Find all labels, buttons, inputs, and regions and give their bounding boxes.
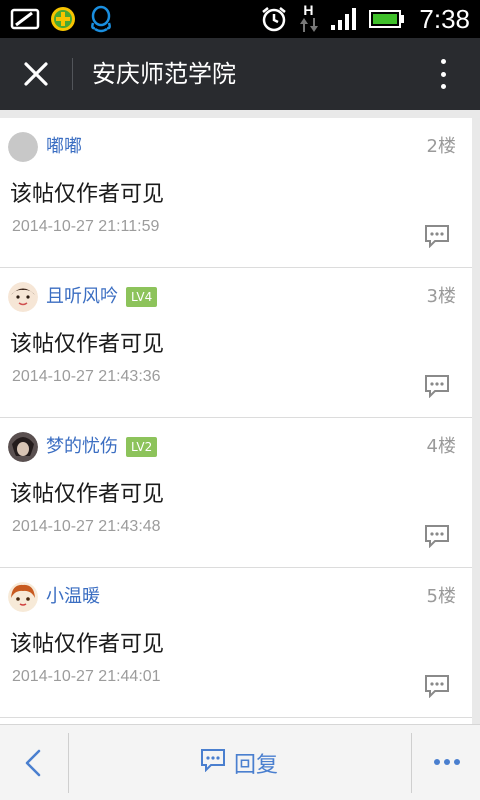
app-header: 安庆师范学院 — [0, 38, 480, 110]
post-text: 该帖仅作者可见 — [10, 482, 165, 507]
toolbar-divider — [68, 733, 69, 793]
reply-button[interactable]: 回复 — [200, 743, 278, 783]
post-list-area[interactable]: 嘟嘟 2楼 该帖仅作者可见 2014-10-27 21:11:59 且听风吟 L… — [0, 110, 480, 724]
post-time: 2014-10-27 21:44:01 — [12, 668, 161, 685]
post-time: 2014-10-27 21:43:48 — [12, 518, 161, 535]
reply-item: 且听风吟 LV4 3楼 该帖仅作者可见 2014-10-27 21:43:36 — [0, 268, 472, 418]
status-bar: H 7:38 — [0, 0, 480, 38]
floor-number: 3楼 — [426, 286, 456, 307]
more-vertical-icon[interactable] — [434, 56, 452, 92]
floor-number: 2楼 — [426, 136, 456, 157]
close-icon[interactable] — [18, 56, 54, 92]
floor-number: 4楼 — [426, 436, 456, 457]
comment-icon — [200, 748, 226, 778]
reply-list: 嘟嘟 2楼 该帖仅作者可见 2014-10-27 21:11:59 且听风吟 L… — [0, 118, 472, 724]
username[interactable]: 嘟嘟 — [46, 132, 82, 162]
level-badge: LV2 — [126, 437, 158, 457]
avatar[interactable] — [8, 582, 38, 612]
battery-icon — [369, 4, 405, 34]
bottom-toolbar: 回复 — [0, 724, 480, 800]
reply-item: 嘟嘟 2楼 该帖仅作者可见 2014-10-27 21:11:59 — [0, 118, 472, 268]
floor-number: 5楼 — [426, 586, 456, 607]
avatar[interactable] — [8, 432, 38, 462]
more-horizontal-icon[interactable] — [434, 755, 460, 769]
reply-item: 梦的忧伤 LV2 4楼 该帖仅作者可见 2014-10-27 21:43:48 — [0, 418, 472, 568]
post-text: 该帖仅作者可见 — [10, 332, 165, 357]
page-title: 安庆师范学院 — [92, 60, 236, 88]
app-plus-icon — [48, 4, 78, 34]
alarm-icon — [259, 4, 289, 34]
header-divider — [72, 58, 73, 90]
username[interactable]: 梦的忧伤 — [46, 432, 118, 462]
qq-icon — [86, 4, 116, 34]
avatar[interactable] — [8, 132, 38, 162]
reply-item: 小温暖 5楼 该帖仅作者可见 2014-10-27 21:44:01 — [0, 568, 472, 718]
post-time: 2014-10-27 21:43:36 — [12, 368, 161, 385]
signal-icon — [329, 4, 359, 34]
level-badge: LV4 — [126, 287, 158, 307]
back-arrow-icon[interactable] — [18, 743, 48, 783]
comment-icon[interactable] — [424, 224, 450, 249]
comment-icon[interactable] — [424, 674, 450, 699]
avatar[interactable] — [8, 282, 38, 312]
toolbar-divider — [411, 733, 412, 793]
post-text: 该帖仅作者可见 — [10, 632, 165, 657]
post-time: 2014-10-27 21:11:59 — [12, 218, 160, 235]
clock-time: 7:38 — [419, 3, 470, 34]
comment-icon[interactable] — [424, 524, 450, 549]
network-arrows-icon: H — [299, 2, 319, 34]
username[interactable]: 且听风吟 — [46, 282, 118, 312]
post-text: 该帖仅作者可见 — [10, 182, 165, 207]
screen-icon — [10, 4, 40, 34]
username[interactable]: 小温暖 — [46, 582, 100, 612]
reply-label: 回复 — [234, 753, 279, 778]
comment-icon[interactable] — [424, 374, 450, 399]
